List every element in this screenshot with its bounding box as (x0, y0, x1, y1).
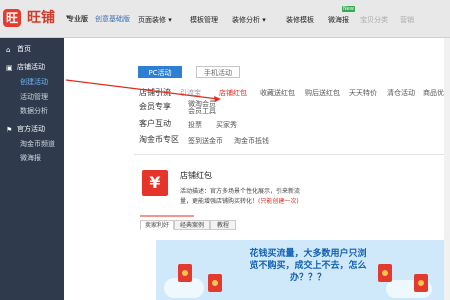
section-divider (134, 154, 450, 155)
promo-banner: 花钱买流量，大多数用户只浏览不购买，成交上不去，怎么办？？？ (156, 240, 450, 300)
subtab-classic-cases[interactable]: 经典案例 (174, 220, 210, 230)
edition-link[interactable]: 创意基础版 (95, 14, 130, 24)
link-favorite-redpacket[interactable]: 收藏送红包 (260, 88, 295, 98)
link-shop-redpacket[interactable]: 店铺红包 (219, 88, 247, 98)
link-daily-special[interactable]: 天天特价 (349, 88, 377, 98)
redpacket-decoration-icon (378, 264, 392, 282)
link-clearance[interactable]: 清仓活动 (387, 88, 415, 98)
link-member-tools[interactable]: 会员工具 (188, 106, 216, 116)
create-once-link[interactable]: (只能创建一次) (258, 198, 299, 205)
scrollbar[interactable] (444, 38, 450, 300)
link-coins-deduct[interactable]: 淘金币抵钱 (234, 136, 269, 146)
sidebar-item-label: 官方活动 (17, 125, 45, 133)
sidebar: ⌂ 首页 ▣ 店铺活动 创建活动 活动管理 数据分析 ⚑ 官方活动 淘金币频道 微海报 (0, 38, 64, 300)
redpacket-decoration-icon (414, 274, 428, 292)
redpacket-decoration-icon (178, 264, 192, 282)
link-signin-coins[interactable]: 签到送金币 (188, 136, 223, 146)
edition-label: 专业版 (67, 15, 88, 23)
subtab-tutorial[interactable]: 教程 (210, 220, 236, 230)
tab-pc-activity[interactable]: PC活动 (138, 66, 182, 78)
card-title: 店铺红包 (180, 171, 212, 180)
sidebar-item-label: 首页 (17, 45, 31, 53)
link-vote[interactable]: 投票 (188, 120, 202, 130)
redpacket-icon: ¥ (142, 170, 168, 196)
row-label-customer-interaction: 客户互动 (139, 119, 171, 128)
flag-icon: ⚑ (6, 126, 13, 134)
banner-headline: 花钱买流量，大多数用户只浏览不购买，成交上不去，怎么办？？？ (249, 249, 367, 283)
sidebar-item-home[interactable]: ⌂ 首页 (6, 44, 70, 54)
nav-decoration-analysis[interactable]: 装修分析 ▾ (232, 15, 266, 25)
row-label-member: 会员专享 (139, 102, 171, 111)
redpacket-decoration-icon (208, 274, 222, 292)
logo-icon: 旺 (3, 9, 21, 27)
new-badge: New (342, 6, 355, 12)
home-icon: ⌂ (6, 46, 11, 54)
row-label-shop-lead: 店铺引流 (139, 88, 171, 97)
shop-icon: ▣ (6, 64, 13, 72)
sidebar-item-label: 店铺活动 (17, 63, 45, 71)
nav-page-decoration[interactable]: 页面装修 ▾ (138, 15, 172, 25)
link-buyer-show[interactable]: 买家秀 (216, 120, 237, 130)
card-description: 活动描述：官方多场景个性化展示，引来新流量，更能增强店铺购买转化！(只能创建一次… (180, 187, 300, 207)
subtab-seller-benefits[interactable]: 卖家利好 (140, 220, 174, 230)
link-yinliubao[interactable]: 引流宝 (180, 88, 201, 98)
app-name: 旺铺 (27, 10, 55, 26)
sidebar-item-shop-activity[interactable]: ▣ 店铺活动 (6, 62, 70, 72)
sidebar-item-official-activity[interactable]: ⚑ 官方活动 (6, 124, 70, 134)
tab-mobile-activity[interactable]: 手机活动 (196, 66, 240, 78)
row-label-taojinbi: 淘金币专区 (139, 135, 179, 144)
top-navigation-bar: 旺 旺铺 ▾ 专业版 创意基础版 页面装修 ▾ 模板管理 装修分析 ▾ 装修模板… (0, 0, 450, 38)
nav-item-category[interactable]: 宝贝分类 (360, 15, 388, 25)
main-content: PC活动 手机活动 店铺引流 引流宝 店铺红包 收藏送红包 购后送红包 天天特价… (64, 38, 450, 300)
nav-template-manage[interactable]: 模板管理 (190, 15, 218, 25)
link-after-purchase-redpacket[interactable]: 购后送红包 (305, 88, 340, 98)
nav-marketing[interactable]: 营销 (400, 15, 414, 25)
nav-decoration-template[interactable]: 装修模板 (286, 15, 314, 25)
nav-micro-poster[interactable]: 微海报 (328, 15, 349, 25)
